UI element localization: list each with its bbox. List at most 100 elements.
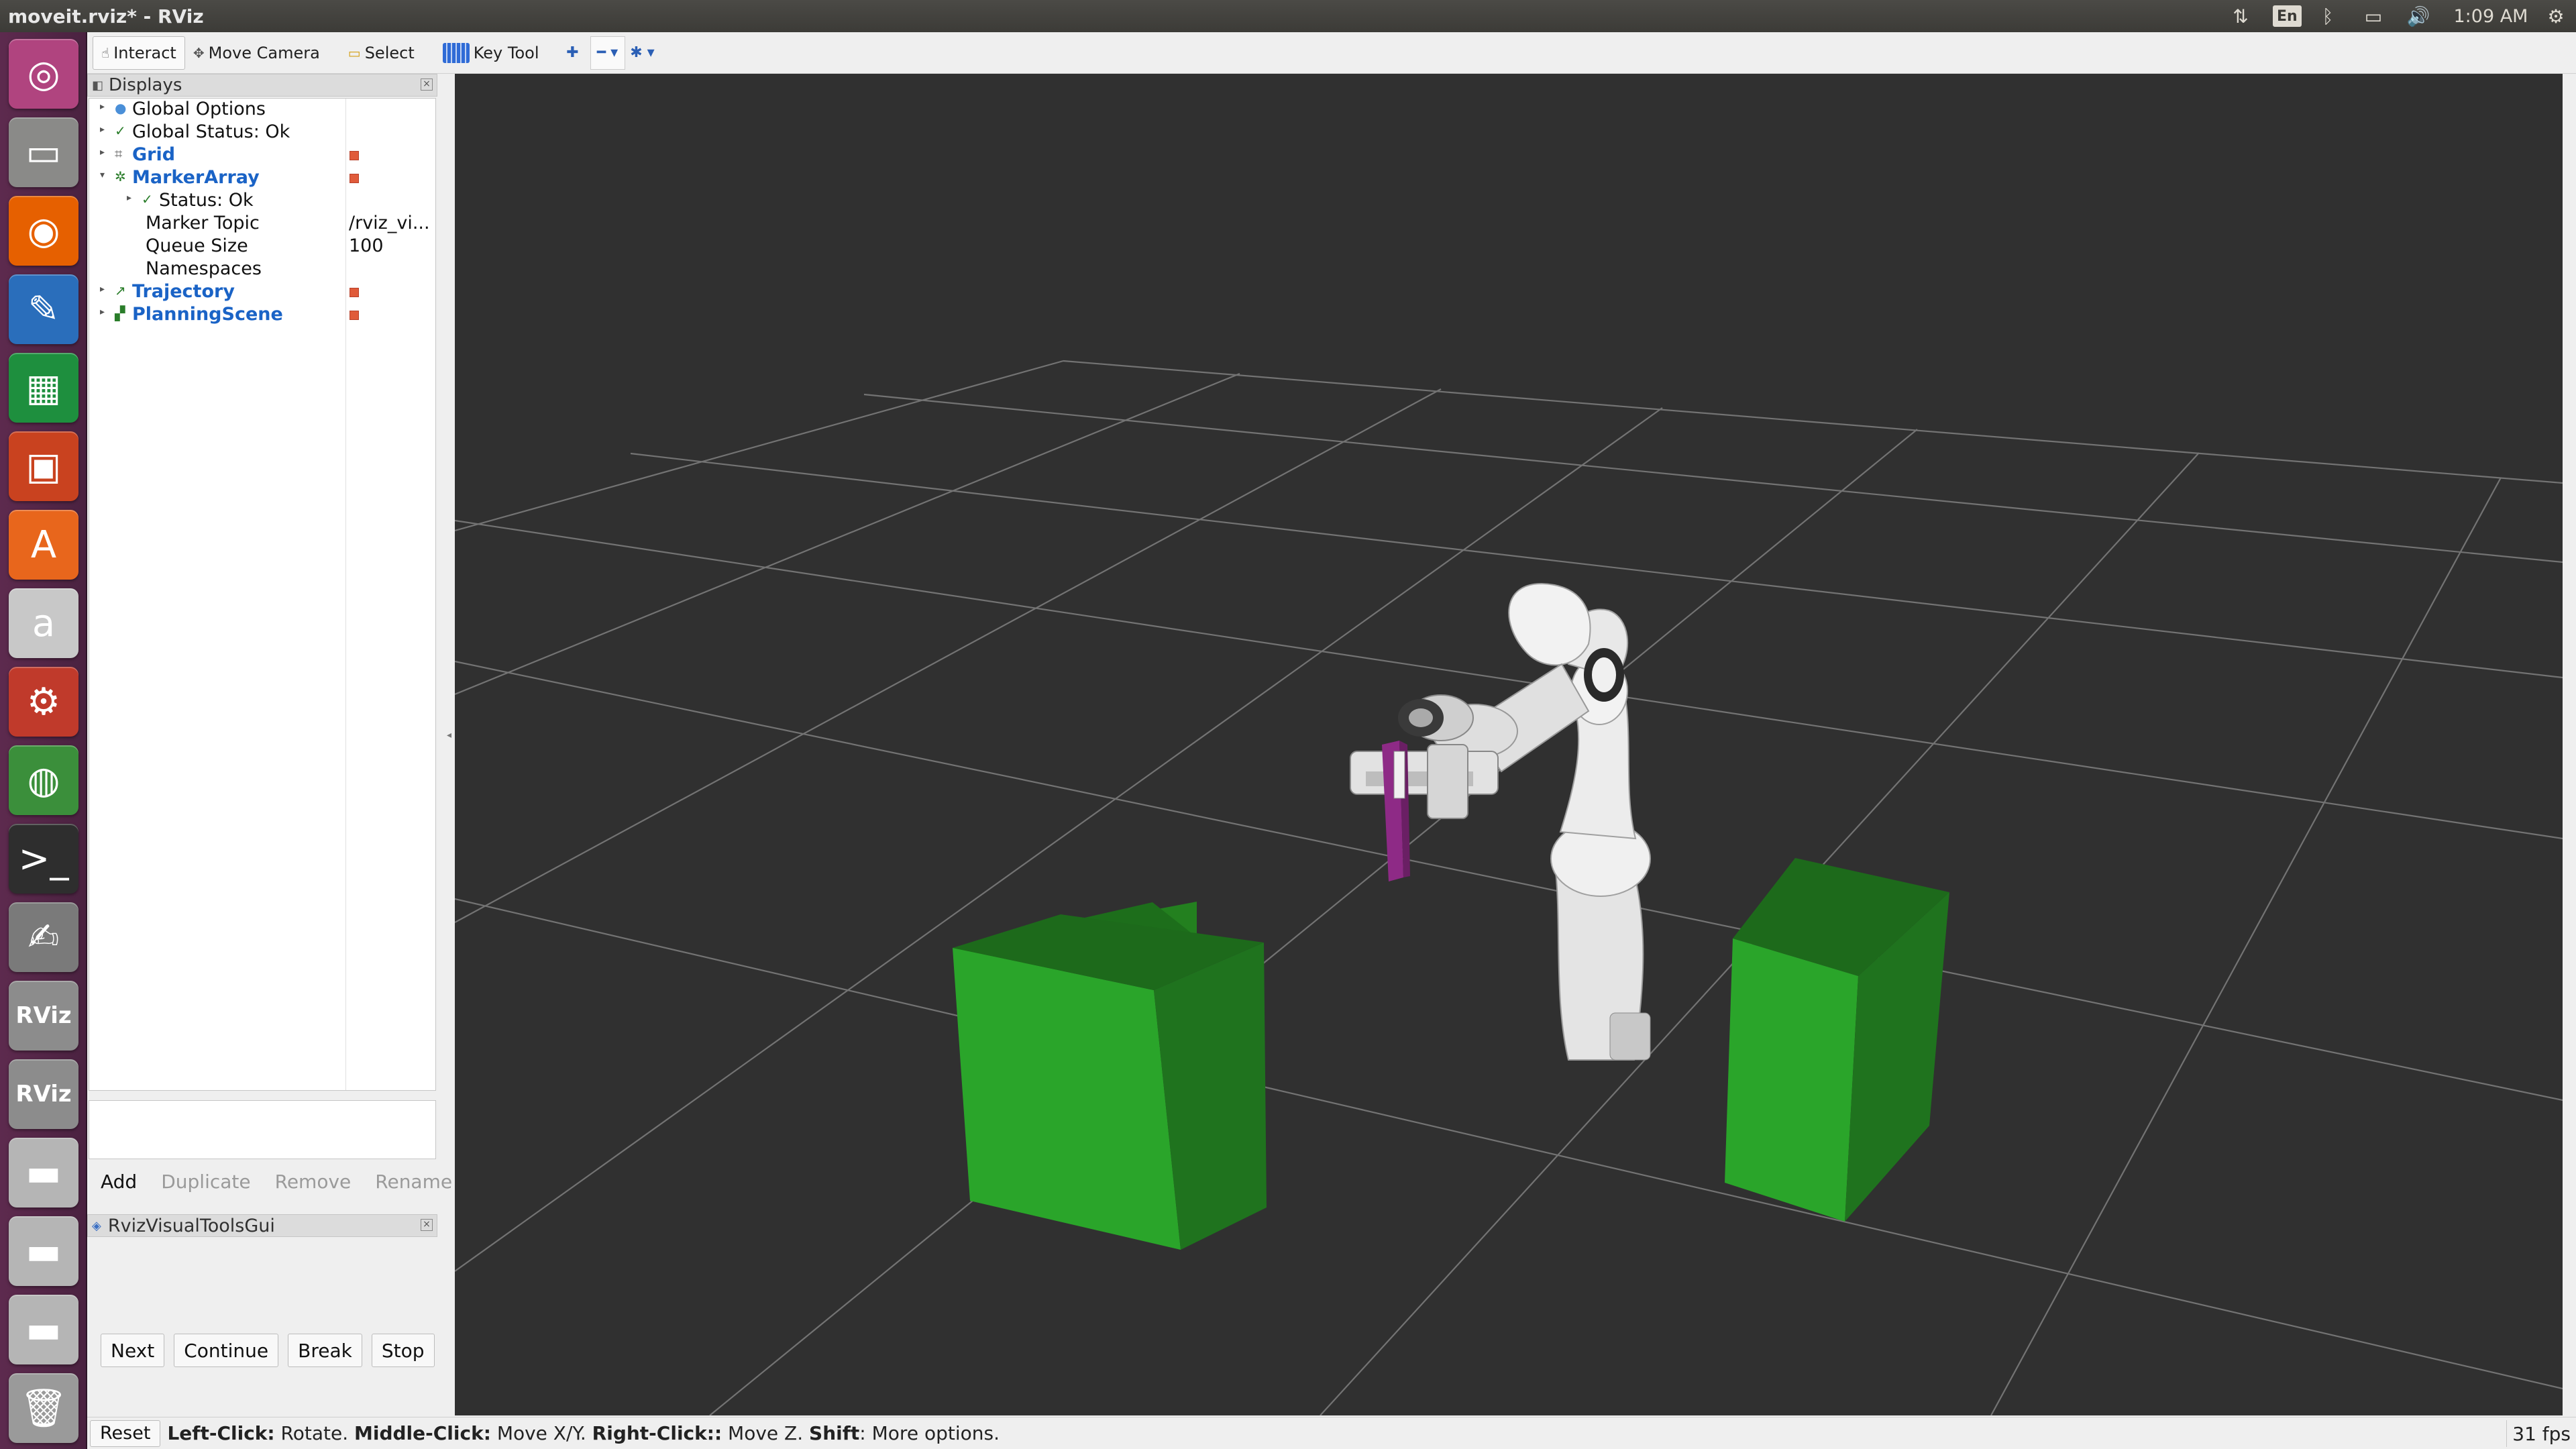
expand-arrow-icon[interactable]: ▸ xyxy=(100,147,105,158)
hint-rotate: Rotate. xyxy=(274,1422,354,1444)
network-arrows-icon[interactable]: ⇅ xyxy=(2227,0,2254,32)
hint-move-z: Move Z. xyxy=(722,1422,810,1444)
remove-tool-dropdown[interactable]: ━ ▾ xyxy=(590,36,625,70)
tree-row-global-status[interactable]: ▸ ✓ Global Status: Ok xyxy=(89,121,435,144)
tree-label: Namespaces xyxy=(146,258,262,279)
remove-button[interactable]: Remove xyxy=(265,1165,361,1198)
move-camera-icon: ✥ xyxy=(193,44,205,61)
interact-tool[interactable]: ☝ Interact xyxy=(93,36,185,70)
ground-grid xyxy=(455,360,2563,1415)
rviz-visual-tools-buttons: Next Continue Break Stop xyxy=(101,1334,435,1367)
gear-icon[interactable]: ⚙ xyxy=(2542,0,2569,32)
tree-row-status[interactable]: ▸ ✓ Status: Ok xyxy=(89,190,435,213)
break-button[interactable]: Break xyxy=(288,1334,362,1367)
tree-row-namespaces[interactable]: Namespaces xyxy=(89,258,435,281)
enabled-checkbox[interactable] xyxy=(350,288,359,297)
chrome-icon[interactable]: ◍ xyxy=(9,745,78,815)
add-tool-icon[interactable]: ✚ xyxy=(555,36,590,70)
tree-row-planning-scene[interactable]: ▸ ▞ PlanningScene xyxy=(89,304,435,327)
rviz-icon[interactable]: RViz xyxy=(9,981,78,1051)
queue-size-value[interactable]: 100 xyxy=(349,235,435,256)
marker-topic-value[interactable]: /rviz_vi... xyxy=(349,213,435,233)
stop-button[interactable]: Stop xyxy=(371,1334,435,1367)
keyboard-icon xyxy=(442,42,470,63)
ubuntu-dash-icon[interactable]: ◎ xyxy=(9,39,78,109)
rviz-icon-2[interactable]: RViz xyxy=(9,1059,78,1129)
add-button[interactable]: Add xyxy=(91,1165,147,1198)
enabled-checkbox[interactable] xyxy=(350,311,359,320)
hint-move-xy: Move X/Y. xyxy=(490,1422,592,1444)
calc-icon[interactable]: ▦ xyxy=(9,353,78,423)
continue-button[interactable]: Continue xyxy=(174,1334,279,1367)
amazon-icon[interactable]: a xyxy=(9,588,78,658)
expand-arrow-icon[interactable]: ▸ xyxy=(100,101,105,112)
splitter-handle[interactable]: ◂ xyxy=(447,730,451,741)
trash-icon[interactable]: 🗑 xyxy=(9,1373,78,1443)
tree-row-marker-topic[interactable]: Marker Topic /rviz_vi... xyxy=(89,213,435,235)
files-icon[interactable]: ▭ xyxy=(9,117,78,187)
firefox-icon[interactable]: ◉ xyxy=(9,196,78,266)
close-icon[interactable]: × xyxy=(421,78,433,91)
status-bar: Reset Left-Click: Rotate. Middle-Click: … xyxy=(87,1417,2576,1449)
expand-arrow-icon[interactable]: ▸ xyxy=(100,124,105,135)
expand-arrow-icon[interactable]: ▸ xyxy=(100,284,105,294)
volume-icon[interactable]: 🔊 xyxy=(2402,0,2435,32)
impress-icon[interactable]: ▣ xyxy=(9,431,78,501)
scene-svg xyxy=(455,360,2563,1415)
tree-label: Queue Size xyxy=(146,235,248,256)
next-button[interactable]: Next xyxy=(101,1334,165,1367)
move-camera-tool[interactable]: ✥ Move Camera xyxy=(185,36,328,70)
writer-icon[interactable]: ✎ xyxy=(9,274,78,344)
duplicate-button[interactable]: Duplicate xyxy=(152,1165,260,1198)
drive-icon-3[interactable]: ▬ xyxy=(9,1295,78,1364)
hint-shift: Shift xyxy=(809,1422,860,1444)
system-settings-icon[interactable]: ⚙ xyxy=(9,667,78,737)
software-center-icon[interactable]: A xyxy=(9,510,78,580)
hint-middle-click: Middle-Click: xyxy=(354,1422,491,1444)
reset-button[interactable]: Reset xyxy=(90,1419,161,1447)
tree-label: PlanningScene xyxy=(132,304,283,325)
key-tool[interactable]: Key Tool xyxy=(435,36,547,70)
displays-header: ◧ Displays × xyxy=(87,74,437,97)
hint-left-click: Left-Click: xyxy=(167,1422,275,1444)
property-description-area xyxy=(89,1100,436,1159)
tree-row-grid[interactable]: ▸ ⌗ Grid xyxy=(89,144,435,167)
close-icon[interactable]: × xyxy=(421,1219,433,1231)
move-camera-label: Move Camera xyxy=(208,43,320,62)
rviz-visual-tools-header: ◈ RvizVisualToolsGui × xyxy=(87,1214,437,1237)
fps-counter: 31 fps xyxy=(2506,1420,2576,1447)
battery-icon[interactable]: ▭ xyxy=(2355,0,2392,32)
displays-title: Displays xyxy=(109,75,182,95)
displays-panel: ◧ Displays × ▸ ● Global Options ▸ ✓ Glob… xyxy=(87,74,462,1367)
tree-row-marker-array[interactable]: ▾ ✲ MarkerArray xyxy=(89,167,435,190)
tree-label: Global Status: Ok xyxy=(132,121,290,142)
render-view[interactable] xyxy=(455,74,2563,1415)
drive-icon-2[interactable]: ▬ xyxy=(9,1216,78,1286)
tree-label: Trajectory xyxy=(132,281,235,302)
grid-icon: ⌗ xyxy=(115,146,123,162)
tree-row-queue-size[interactable]: Queue Size 100 xyxy=(89,235,435,258)
rename-button[interactable]: Rename xyxy=(366,1165,462,1198)
bluetooth-icon[interactable]: ᛒ xyxy=(2314,0,2341,32)
language-indicator[interactable]: En xyxy=(2273,5,2302,27)
hint-right-click: Right-Click:: xyxy=(592,1422,722,1444)
tool-properties-dropdown[interactable]: ✱ ▾ xyxy=(625,36,660,70)
terminal-icon[interactable]: >_ xyxy=(9,824,78,894)
green-box-left xyxy=(953,902,1267,1250)
panel-icon: ◈ xyxy=(92,1218,101,1233)
select-tool[interactable]: ▭ Select xyxy=(340,36,423,70)
text-editor-icon[interactable]: ✍ xyxy=(9,902,78,972)
enabled-checkbox[interactable] xyxy=(350,151,359,160)
expand-arrow-icon[interactable]: ▸ xyxy=(127,193,131,203)
tree-row-global-options[interactable]: ▸ ● Global Options xyxy=(89,99,435,121)
expand-arrow-icon[interactable]: ▸ xyxy=(100,307,105,317)
clock[interactable]: 1:09 AM xyxy=(2447,0,2534,32)
trajectory-icon: ↗ xyxy=(115,282,126,299)
tree-row-trajectory[interactable]: ▸ ↗ Trajectory xyxy=(89,281,435,304)
drive-icon[interactable]: ▬ xyxy=(9,1138,78,1208)
check-icon: ✓ xyxy=(142,191,153,207)
enabled-checkbox[interactable] xyxy=(350,174,359,183)
tree-label: Status: Ok xyxy=(159,190,254,211)
top-panel: moveit.rviz* - RViz ⇅ En ᛒ ▭ 🔊 1:09 AM ⚙ xyxy=(0,0,2576,32)
collapse-arrow-icon[interactable]: ▾ xyxy=(100,170,105,180)
